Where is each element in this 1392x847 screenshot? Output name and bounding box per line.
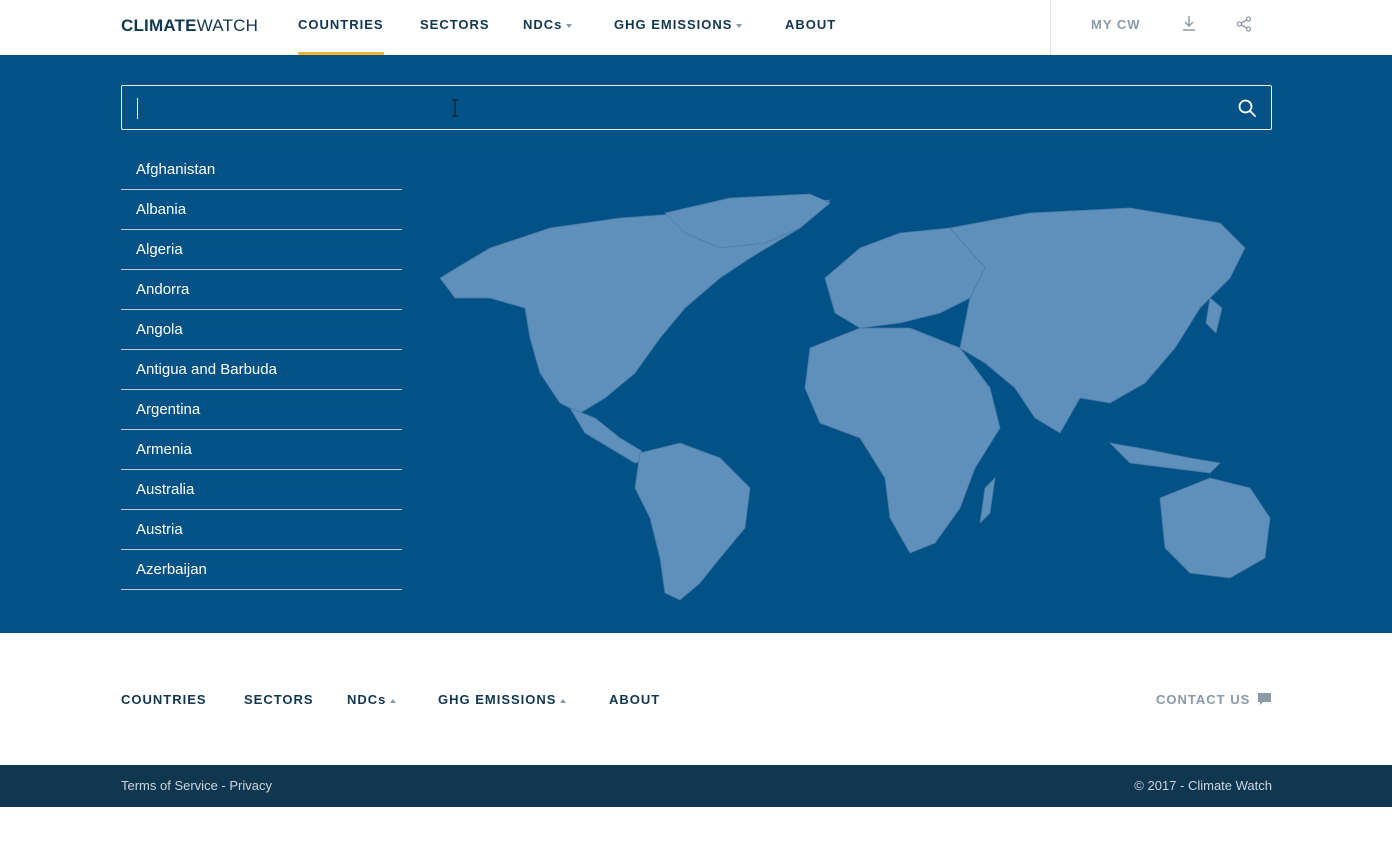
country-item[interactable]: Australia: [121, 470, 402, 510]
country-item[interactable]: Andorra: [121, 270, 402, 310]
country-item[interactable]: Angola: [121, 310, 402, 350]
country-item[interactable]: Argentina: [121, 390, 402, 430]
caret-up-icon: [560, 698, 567, 703]
nav-about[interactable]: ABOUT: [785, 0, 836, 55]
country-list: Afghanistan Albania Algeria Andorra Ango…: [121, 150, 402, 590]
footer-nav-about[interactable]: ABOUT: [609, 692, 660, 707]
nav-sectors[interactable]: SECTORS: [420, 0, 490, 55]
download-icon[interactable]: [1181, 15, 1197, 33]
nav-sectors-label: SECTORS: [420, 17, 490, 32]
nav-countries-label: COUNTRIES: [298, 17, 384, 32]
privacy-link[interactable]: Privacy: [229, 778, 272, 793]
country-item[interactable]: Austria: [121, 510, 402, 550]
chat-icon[interactable]: [1257, 692, 1272, 706]
terms-of-service-link[interactable]: Terms of Service: [121, 778, 218, 793]
legal-separator: -: [217, 778, 230, 793]
map-south-america: [634, 442, 751, 600]
country-item[interactable]: Albania: [121, 190, 402, 230]
footer-nav-ndcs-label: NDCs: [347, 692, 387, 707]
legal-links: Terms of Service - Privacy: [121, 778, 272, 793]
footer-nav-sectors[interactable]: SECTORS: [244, 692, 314, 707]
nav-ghg-emissions-label: GHG EMISSIONS: [614, 17, 733, 32]
footer-nav-ndcs[interactable]: NDCs: [347, 692, 397, 707]
search-icon[interactable]: [1237, 98, 1257, 118]
contact-us-link[interactable]: CONTACT US: [1156, 692, 1250, 707]
footer-nav-ghg-emissions[interactable]: GHG EMISSIONS: [438, 692, 567, 707]
climate-watch-logo[interactable]: CLIMATEWATCH: [121, 16, 258, 36]
country-item[interactable]: Antigua and Barbuda: [121, 350, 402, 390]
footer-nav-countries[interactable]: COUNTRIES: [121, 692, 207, 707]
map-central-america: [569, 407, 651, 464]
caret-down-icon: [566, 23, 573, 28]
caret-down-icon: [736, 23, 743, 28]
nav-countries[interactable]: COUNTRIES: [298, 0, 384, 55]
country-item[interactable]: Azerbaijan: [121, 550, 402, 590]
search-input[interactable]: [136, 94, 1216, 121]
nav-ndcs-label: NDCs: [523, 17, 563, 32]
nav-about-label: ABOUT: [785, 17, 837, 32]
map-asia: [949, 207, 1246, 434]
nav-ndcs[interactable]: NDCs: [523, 0, 573, 55]
world-map[interactable]: [430, 188, 1272, 600]
map-africa: [804, 327, 1001, 554]
country-item[interactable]: Afghanistan: [121, 150, 402, 190]
countries-hero: Afghanistan Albania Algeria Andorra Ango…: [0, 55, 1392, 633]
map-japan: [1205, 297, 1223, 334]
nav-ghg-emissions[interactable]: GHG EMISSIONS: [614, 0, 743, 55]
header-divider: [1050, 0, 1051, 55]
text-cursor: [137, 98, 138, 119]
top-header: CLIMATEWATCH COUNTRIES SECTORS NDCs GHG …: [0, 0, 1392, 55]
logo-bold-text: CLIMATE: [121, 16, 197, 35]
caret-up-icon: [390, 698, 397, 703]
footer-nav: COUNTRIES SECTORS NDCs GHG EMISSIONS ABO…: [0, 633, 1392, 765]
map-southeast-asia-islands: [1108, 442, 1221, 474]
my-cw-link[interactable]: MY CW: [1091, 0, 1141, 50]
footer-nav-ghg-emissions-label: GHG EMISSIONS: [438, 692, 557, 707]
share-icon[interactable]: [1236, 15, 1252, 33]
map-australia: [1159, 477, 1271, 579]
country-item[interactable]: Algeria: [121, 230, 402, 270]
country-search[interactable]: [121, 85, 1272, 130]
country-item[interactable]: Armenia: [121, 430, 402, 470]
logo-light-text: WATCH: [196, 16, 259, 35]
footer-bar: Terms of Service - Privacy © 2017 - Clim…: [0, 765, 1392, 807]
mouse-ibeam-icon: [452, 99, 458, 117]
map-madagascar: [979, 476, 996, 525]
copyright-text: © 2017 - Climate Watch: [1134, 778, 1272, 793]
